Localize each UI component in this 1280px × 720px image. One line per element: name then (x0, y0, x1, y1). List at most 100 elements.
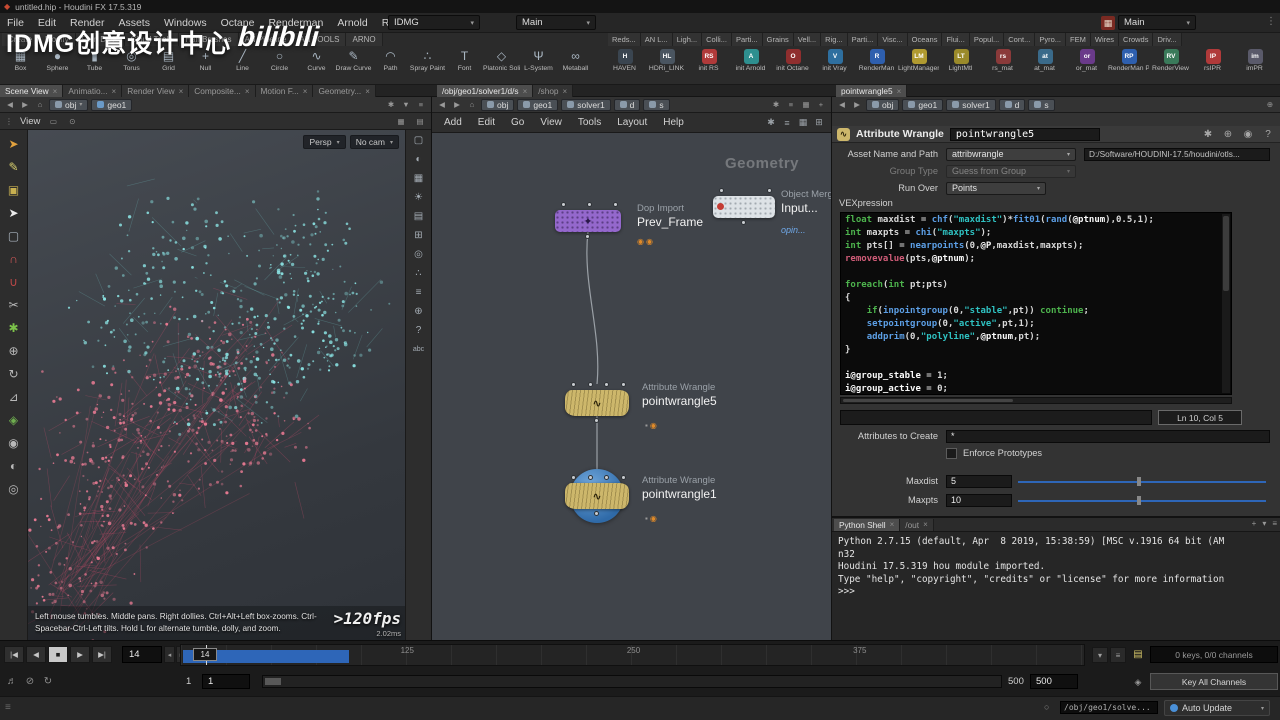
close-icon[interactable]: × (563, 87, 568, 96)
shelf-tab-an-l-1[interactable]: AN L... (641, 33, 673, 46)
pin-icon[interactable]: ⊕ (1221, 129, 1235, 140)
play-button[interactable]: ▶ (70, 646, 90, 663)
view-tool-icon[interactable]: ◉ (3, 432, 24, 453)
tab-out[interactable]: /out× (900, 519, 934, 531)
lasso-mode-icon[interactable]: ⊙ (66, 117, 78, 126)
netmenu-view[interactable]: View (532, 117, 570, 128)
projection-menu[interactable]: Persp▾ (303, 135, 345, 149)
node-pointwrangle1[interactable]: ∿ (565, 483, 629, 509)
flag-icon[interactable]: ◉ (637, 237, 646, 246)
rotate-handle-icon[interactable]: ↻ (3, 363, 24, 384)
run-over-dropdown[interactable]: Points▾ (946, 182, 1046, 195)
close-icon[interactable]: × (897, 87, 902, 96)
tab-composite[interactable]: Composite...× (189, 85, 255, 97)
auto-update-menu[interactable]: Auto Update ▾ (1164, 700, 1270, 716)
close-icon[interactable]: × (303, 87, 308, 96)
close-icon[interactable]: × (245, 87, 250, 96)
path-chip-obj[interactable]: obj (866, 99, 899, 111)
keyframe-icon[interactable]: ▤ (1130, 647, 1146, 663)
output-connector[interactable] (594, 418, 599, 423)
menu-overflow-icon[interactable]: ⋮ (1266, 16, 1276, 27)
path-chip-s[interactable]: s (643, 99, 669, 111)
snapshot-icon[interactable]: ✱ (770, 100, 782, 109)
group-select-icon[interactable]: ◎ (410, 247, 428, 262)
tab-geometry[interactable]: Geometry...× (313, 85, 375, 97)
filter-icon[interactable]: ▼ (400, 100, 412, 109)
highlight-icon[interactable]: ▦ (395, 117, 407, 126)
shelf-tool-path[interactable]: ◠Path (372, 47, 409, 85)
shelf-tab-parti-8[interactable]: Parti... (848, 33, 879, 46)
tab-motion-f[interactable]: Motion F...× (256, 85, 314, 97)
shelf-tab-visc-9[interactable]: Visc... (878, 33, 907, 46)
key-tool-icon[interactable]: ◎ (3, 478, 24, 499)
shelf-tool-platonic-solids[interactable]: ◇Platonic Solids (483, 47, 520, 85)
netmenu-add[interactable]: Add (436, 117, 470, 128)
maxpts-slider[interactable] (1018, 494, 1266, 507)
go-start-button[interactable]: |◀ (4, 646, 24, 663)
list-icon[interactable]: ≡ (1272, 519, 1277, 528)
info-icon[interactable]: ? (410, 323, 428, 338)
code-scrollbar-thumb[interactable] (1223, 216, 1229, 291)
prev-frame-button[interactable]: ◀ (26, 646, 46, 663)
magnet-snap-icon[interactable]: ∩ (3, 248, 24, 269)
shelf-tab-fem-15[interactable]: FEM (1066, 33, 1091, 46)
home-icon[interactable]: ⌂ (34, 100, 46, 109)
box-select-icon[interactable]: ▢ (3, 225, 24, 246)
shelf-tool-draw-curve[interactable]: ✎Draw Curve (335, 47, 372, 85)
asset-path-field[interactable]: D:/Software/HOUDINI-17.5/houdini/otls... (1084, 148, 1270, 161)
shelf-tool-rs-mat[interactable]: rsrs_mat (982, 47, 1024, 85)
input-connector[interactable] (613, 202, 618, 207)
new-tab-icon[interactable]: + (1252, 519, 1257, 528)
forward-arrow-icon[interactable]: ▶ (851, 100, 863, 109)
shelf-tool-init-octane[interactable]: Oinit Octane (772, 47, 814, 85)
shelf-tool-init-arnold[interactable]: Ainit Arnold (730, 47, 772, 85)
shelf-tab-oceans-10[interactable]: Oceans (908, 33, 943, 46)
maxdist-field[interactable]: 5 (946, 475, 1012, 488)
desktop-layout-icon[interactable]: ▦ (1101, 16, 1115, 30)
new-pane-icon[interactable]: ⊞ (811, 117, 827, 128)
node-name-label[interactable]: pointwrangle1 (642, 487, 717, 501)
code-hscrollbar[interactable] (840, 397, 1232, 404)
back-arrow-icon[interactable]: ◀ (4, 100, 16, 109)
timeline-options-icon[interactable]: ▾ (1092, 647, 1108, 663)
netmenu-edit[interactable]: Edit (470, 117, 503, 128)
shelf-tab-driv-18[interactable]: Driv... (1153, 33, 1181, 46)
select-mode-icon[interactable]: ▭ (47, 117, 59, 126)
stop-button[interactable]: ■ (48, 646, 68, 663)
close-icon[interactable]: × (523, 87, 528, 96)
node-chip-geo1[interactable]: geo1 (91, 99, 132, 111)
tab-render-view[interactable]: Render View× (122, 85, 189, 97)
grid-icon[interactable]: ▦ (800, 100, 812, 109)
range-slider-thumb[interactable] (265, 678, 281, 685)
shelf-tab-crowds-17[interactable]: Crowds (1119, 33, 1153, 46)
visibility-icon[interactable]: ▤ (414, 117, 426, 126)
shelf-tool-impr[interactable]: imimPR (1234, 47, 1276, 85)
back-arrow-icon[interactable]: ◀ (436, 100, 448, 109)
node-flags[interactable]: ▪◉ (645, 514, 659, 523)
key-icon[interactable]: ◈ (1130, 674, 1146, 690)
shelf-tab-rig-7[interactable]: Rig... (821, 33, 848, 46)
shelf-set-combo[interactable]: IDMG▾ (388, 15, 480, 30)
shelf-tab-arno[interactable]: ARNO (346, 33, 382, 46)
shelf-tab-ligh-2[interactable]: Ligh... (673, 33, 702, 46)
slider-handle[interactable] (1137, 496, 1141, 505)
input-connector[interactable] (571, 382, 576, 387)
pin-icon[interactable]: ⊕ (1264, 100, 1276, 109)
node-pointwrangle5[interactable]: ∿ (565, 390, 629, 416)
shelf-tab-flui-11[interactable]: Flui... (942, 33, 969, 46)
close-icon[interactable]: × (890, 520, 895, 529)
edit-tool-icon[interactable]: ✎ (3, 156, 24, 177)
close-icon[interactable]: × (53, 87, 58, 96)
output-connector[interactable] (594, 511, 599, 516)
maxpts-field[interactable]: 10 (946, 494, 1012, 507)
frame-step-back-button[interactable]: ◂ (164, 646, 175, 663)
shelf-tool-rsipr[interactable]: IPrsIPR (1192, 47, 1234, 85)
shelf-tool-or-mat[interactable]: oror_mat (1066, 47, 1108, 85)
menu-arnold[interactable]: Arnold (330, 13, 374, 33)
shelf-tab-reds-0[interactable]: Reds... (608, 33, 641, 46)
close-icon[interactable]: × (112, 87, 117, 96)
timeline-ruler[interactable]: 14 125250375 (180, 644, 1085, 666)
node-name-field[interactable]: pointwrangle5 (950, 128, 1100, 141)
shelf-tool-spray-paint[interactable]: ∴Spray Paint (409, 47, 446, 85)
input-connector[interactable] (561, 202, 566, 207)
